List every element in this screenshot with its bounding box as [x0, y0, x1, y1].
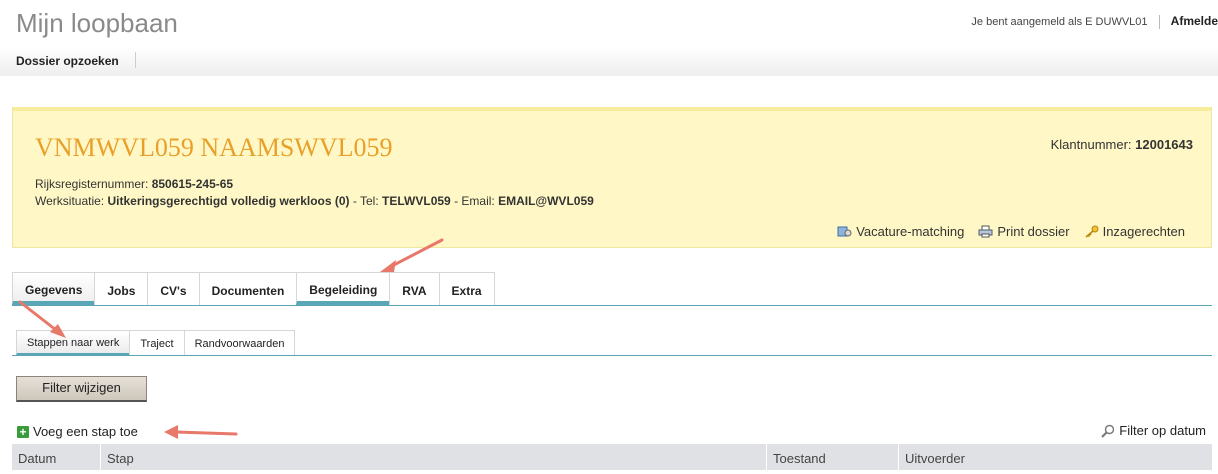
- logged-in-text: Je bent aangemeld als E DUWVL01: [971, 16, 1148, 28]
- filter-wijzigen-button[interactable]: Filter wijzigen: [16, 376, 147, 402]
- subtab-traject[interactable]: Traject: [129, 330, 185, 356]
- user-area: Je bent aangemeld als E DUWVL01 Afmelde: [971, 14, 1218, 30]
- key-icon: [1085, 225, 1099, 238]
- logout-link[interactable]: Afmelde: [1171, 14, 1218, 28]
- tab-extra[interactable]: Extra: [438, 272, 495, 305]
- client-number: Klantnummer: 12001643: [1051, 137, 1193, 152]
- subtab-underline: [12, 355, 1212, 356]
- print-dossier-label: Print dossier: [997, 224, 1070, 239]
- tel-value: TELWVL059: [382, 194, 451, 208]
- top-navigation: Dossier opzoeken: [0, 46, 1218, 76]
- rrn-value: 850615-245-65: [151, 177, 234, 191]
- printer-icon: [978, 225, 993, 238]
- client-name: VNMWVL059 NAAMSWVL059: [35, 133, 393, 162]
- annotation-arrow-stappen: [18, 300, 66, 338]
- tab-underline: [12, 305, 1212, 306]
- rijksregisternummer: Rijksregisternummer: 850615-245-65: [35, 177, 233, 191]
- inzagerechten-label: Inzagerechten: [1102, 224, 1185, 239]
- client-actions: Vacature-matching Print dossier Inzagere…: [837, 224, 1185, 239]
- vacature-matching-icon: [837, 226, 852, 237]
- nav-dossier-opzoeken[interactable]: Dossier opzoeken: [16, 54, 119, 68]
- tab-cvs[interactable]: CV's: [147, 272, 200, 305]
- client-number-label: Klantnummer:: [1050, 137, 1132, 152]
- column-stap[interactable]: Stap: [100, 444, 766, 470]
- client-number-value: 12001643: [1135, 137, 1193, 152]
- vacature-matching-link[interactable]: Vacature-matching: [837, 224, 964, 239]
- main-tabs: Gegevens Jobs CV's Documenten Begeleidin…: [12, 272, 495, 306]
- filter-op-datum-label: Filter op datum: [1119, 423, 1206, 438]
- tab-begeleiding[interactable]: Begeleiding: [296, 272, 391, 305]
- filter-op-datum-link[interactable]: Filter op datum: [1101, 423, 1206, 438]
- vacature-matching-label: Vacature-matching: [856, 224, 965, 239]
- column-datum[interactable]: Datum: [12, 444, 100, 470]
- print-dossier-link[interactable]: Print dossier: [978, 224, 1070, 239]
- werksituatie-line: Werksituatie: Uitkeringsgerechtigd volle…: [35, 194, 594, 208]
- divider: [1158, 15, 1160, 30]
- magnifier-icon: [1101, 424, 1115, 438]
- divider: [135, 52, 136, 68]
- plus-icon: +: [17, 425, 29, 438]
- add-step-link[interactable]: + Voeg een stap toe: [17, 424, 138, 439]
- client-panel: VNMWVL059 NAAMSWVL059 Klantnummer: 12001…: [12, 107, 1212, 248]
- inzagerechten-link[interactable]: Inzagerechten: [1084, 224, 1185, 239]
- email-value: EMAIL@WVL059: [498, 194, 594, 208]
- tab-rva[interactable]: RVA: [389, 272, 440, 305]
- werk-label: Werksituatie:: [35, 194, 105, 208]
- annotation-arrow-begeleiding: [380, 238, 444, 272]
- table-header: Datum Stap Toestand Uitvoerder: [12, 444, 1212, 470]
- email-label: - Email:: [454, 194, 495, 208]
- tel-label: - Tel:: [352, 194, 379, 208]
- rrn-label: Rijksregisternummer:: [35, 177, 149, 191]
- column-toestand[interactable]: Toestand: [766, 444, 898, 470]
- tab-jobs[interactable]: Jobs: [94, 272, 149, 305]
- tab-documenten[interactable]: Documenten: [198, 272, 298, 305]
- add-step-label: Voeg een stap toe: [33, 424, 138, 439]
- app-title: Mijn loopbaan: [16, 8, 178, 38]
- annotation-arrow-add-step: [164, 425, 238, 439]
- werk-value: Uitkeringsgerechtigd volledig werkloos (…: [107, 194, 350, 208]
- subtab-randvoorwaarden[interactable]: Randvoorwaarden: [183, 330, 296, 356]
- column-uitvoerder[interactable]: Uitvoerder: [898, 444, 1212, 470]
